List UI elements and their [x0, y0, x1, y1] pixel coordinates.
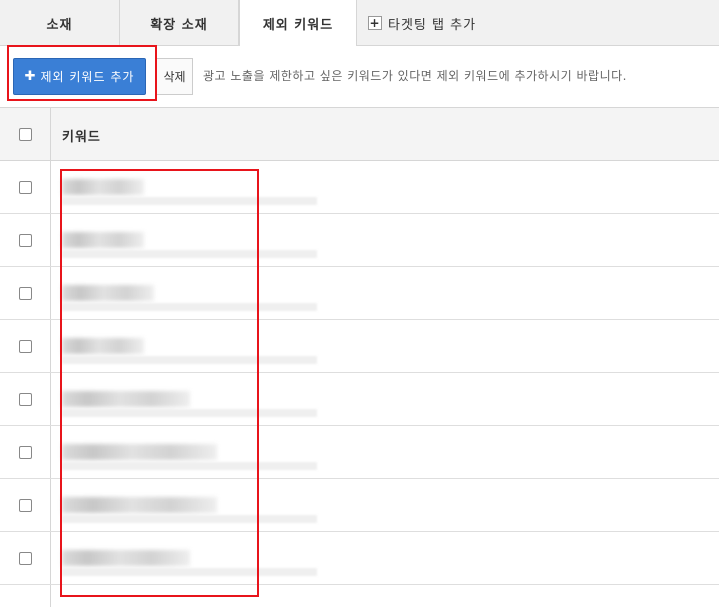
keyword-cell-redacted [62, 338, 144, 354]
table-row [0, 585, 719, 607]
keyword-cell-redacted [62, 232, 144, 248]
plus-icon: ✚ [24, 69, 37, 84]
row-check-cell [0, 532, 51, 584]
add-targeting-tab-button[interactable]: + 타겟팅 탭 추가 [368, 13, 476, 33]
keyword-cell-redacted [62, 391, 190, 407]
redaction-smudge [62, 197, 317, 205]
row-checkbox[interactable] [18, 233, 32, 247]
row-checkbox[interactable] [18, 551, 32, 565]
add-tab-label: 타겟팅 탭 추가 [388, 17, 477, 33]
keyword-column-header: 키워드 [62, 130, 101, 145]
row-check-cell [0, 267, 51, 319]
redaction-smudge [62, 568, 317, 576]
redaction-smudge [62, 250, 317, 258]
row-check-cell [0, 320, 51, 372]
select-all-checkbox[interactable] [18, 127, 32, 141]
table-row [0, 479, 719, 532]
table-header: 키워드 [0, 108, 719, 161]
tab-excluded-keywords[interactable]: 제외 키워드 [239, 0, 357, 47]
redaction-smudge [62, 462, 317, 470]
header-check-cell [0, 108, 51, 160]
table-row [0, 161, 719, 214]
delete-button[interactable]: 삭제 [157, 58, 193, 95]
redaction-smudge [62, 356, 317, 364]
table-row [0, 320, 719, 373]
row-checkbox[interactable] [18, 286, 32, 300]
table-row [0, 426, 719, 479]
table-row [0, 267, 719, 320]
tab-label: 확장 소재 [150, 17, 208, 33]
tab-extended-ads[interactable]: 확장 소재 [120, 0, 239, 46]
keyword-cell-redacted [62, 179, 144, 195]
tab-label: 제외 키워드 [262, 18, 334, 33]
keyword-cell-redacted [62, 497, 217, 513]
keyword-cell-redacted [62, 444, 217, 460]
table-row [0, 214, 719, 267]
row-check-cell [0, 373, 51, 425]
add-excluded-keyword-button[interactable]: ✚ 제외 키워드 추가 [13, 58, 146, 95]
keyword-cell-redacted [62, 550, 190, 566]
row-check-cell [0, 479, 51, 531]
redaction-smudge [62, 303, 317, 311]
row-checkbox[interactable] [18, 498, 32, 512]
toolbar-hint-text: 광고 노출을 제한하고 싶은 키워드가 있다면 제외 키워드에 추가하시기 바랍… [203, 69, 627, 83]
redaction-smudge [62, 515, 317, 523]
row-checkbox[interactable] [18, 445, 32, 459]
keyword-cell-redacted [62, 285, 154, 301]
table-row [0, 532, 719, 585]
delete-button-label: 삭제 [163, 70, 186, 84]
tab-bar: 소재 확장 소재 제외 키워드 + 타겟팅 탭 추가 [0, 0, 719, 47]
row-check-cell [0, 214, 51, 266]
table-row [0, 373, 719, 426]
row-checkbox[interactable] [18, 180, 32, 194]
row-check-cell [0, 585, 51, 607]
tab-label: 소재 [46, 17, 73, 33]
add-button-label: 제외 키워드 추가 [40, 70, 135, 84]
row-check-cell [0, 161, 51, 213]
redaction-smudge [62, 409, 317, 417]
row-checkbox[interactable] [18, 339, 32, 353]
row-check-cell [0, 426, 51, 478]
row-checkbox[interactable] [18, 392, 32, 406]
tab-ads[interactable]: 소재 [0, 0, 120, 46]
plus-box-icon: + [368, 16, 382, 30]
